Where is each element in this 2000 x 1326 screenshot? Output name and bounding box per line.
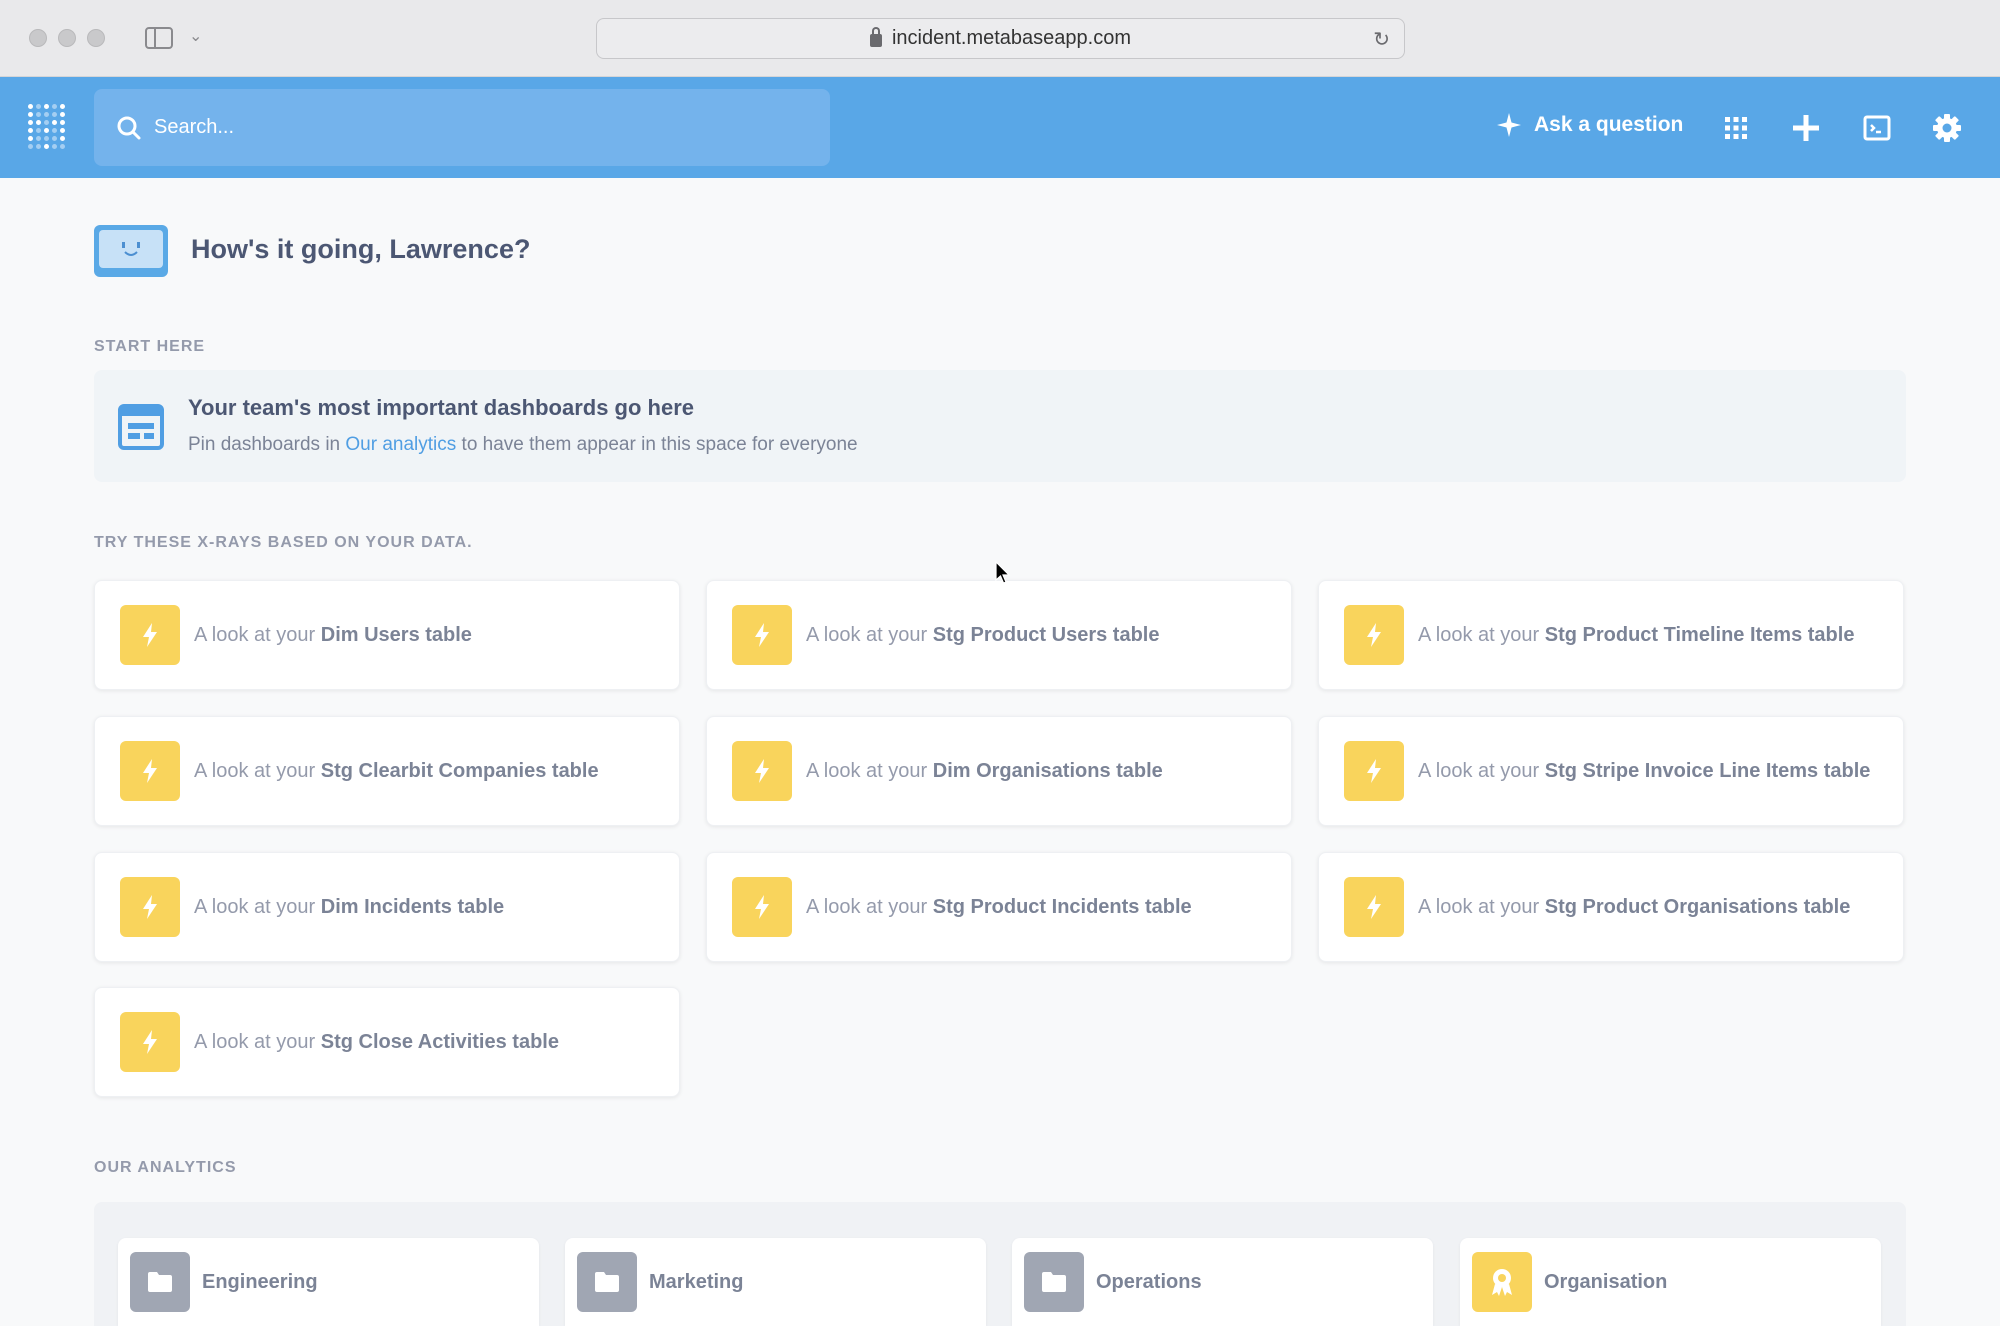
bolt-icon	[120, 1012, 180, 1072]
plus-icon[interactable]	[1791, 113, 1821, 143]
sparkle-icon	[1497, 113, 1521, 137]
bolt-icon	[732, 741, 792, 801]
xray-card[interactable]: A look at your Stg Product Organisations…	[1318, 852, 1904, 962]
xray-card[interactable]: A look at your Dim Organisations table	[706, 716, 1292, 826]
search-icon	[117, 116, 141, 139]
address-bar[interactable]: incident.metabaseapp.com ↻	[596, 18, 1405, 59]
bolt-icon	[120, 741, 180, 801]
xray-card[interactable]: A look at your Stg Clearbit Companies ta…	[94, 716, 680, 826]
bolt-icon	[120, 605, 180, 665]
collections-list: Engineering Marketing Operations Organis…	[94, 1202, 1906, 1326]
collection-operations[interactable]: Operations	[1012, 1238, 1433, 1326]
gear-icon[interactable]	[1932, 113, 1962, 143]
collection-marketing[interactable]: Marketing	[565, 1238, 986, 1326]
xray-card[interactable]: A look at your Dim Users table	[94, 580, 680, 690]
maximize-window-button[interactable]	[87, 29, 105, 47]
dashboard-icon	[118, 404, 164, 450]
grid-icon[interactable]	[1721, 113, 1751, 143]
reload-icon[interactable]: ↻	[1373, 27, 1390, 52]
pin-subtitle: Pin dashboards in Our analytics to have …	[188, 434, 858, 455]
bolt-icon	[1344, 605, 1404, 665]
badge-icon	[1472, 1252, 1532, 1312]
pinned-dashboards-placeholder: Your team's most important dashboards go…	[94, 370, 1906, 482]
search-input[interactable]: Search...	[94, 89, 830, 166]
xray-card[interactable]: A look at your Stg Product Timeline Item…	[1318, 580, 1904, 690]
our-analytics-heading: OUR ANALYTICS	[94, 1159, 237, 1176]
collection-engineering[interactable]: Engineering	[118, 1238, 539, 1326]
xrays-heading: TRY THESE X-RAYS BASED ON YOUR DATA.	[94, 534, 473, 551]
minimize-window-button[interactable]	[58, 29, 76, 47]
bolt-icon	[732, 605, 792, 665]
search-placeholder: Search...	[154, 116, 235, 138]
xray-card[interactable]: A look at your Stg Close Activities tabl…	[94, 987, 680, 1097]
folder-icon	[130, 1252, 190, 1312]
greeting-robot-icon	[94, 225, 168, 277]
close-window-button[interactable]	[29, 29, 47, 47]
sidebar-toggle-icon[interactable]	[145, 27, 173, 49]
mouse-cursor-icon	[995, 561, 1011, 584]
folder-icon	[577, 1252, 637, 1312]
bolt-icon	[120, 877, 180, 937]
bolt-icon	[732, 877, 792, 937]
xray-card[interactable]: A look at your Stg Stripe Invoice Line I…	[1318, 716, 1904, 826]
app-navbar: Search... Ask a question	[0, 77, 2000, 178]
collection-organisation[interactable]: Organisation	[1460, 1238, 1881, 1326]
ask-question-button[interactable]: Ask a question	[1496, 112, 1683, 138]
terminal-icon[interactable]	[1862, 113, 1892, 143]
xray-card[interactable]: A look at your Dim Incidents table	[94, 852, 680, 962]
xray-card[interactable]: A look at your Stg Product Users table	[706, 580, 1292, 690]
start-here-heading: START HERE	[94, 338, 206, 355]
pin-title: Your team's most important dashboards go…	[188, 395, 695, 420]
bolt-icon	[1344, 877, 1404, 937]
ask-question-label: Ask a question	[1534, 113, 1684, 136]
our-analytics-link[interactable]: Our analytics	[345, 434, 456, 455]
url-text: incident.metabaseapp.com	[891, 27, 1132, 49]
metabase-logo-icon[interactable]	[28, 104, 68, 150]
folder-icon	[1024, 1252, 1084, 1312]
browser-chrome: ⌄ incident.metabaseapp.com ↻	[0, 0, 2000, 77]
xray-card[interactable]: A look at your Stg Product Incidents tab…	[706, 852, 1292, 962]
chevron-down-icon[interactable]: ⌄	[189, 26, 202, 46]
bolt-icon	[1344, 741, 1404, 801]
page-title: How's it going, Lawrence?	[191, 234, 531, 264]
lock-icon	[869, 27, 882, 47]
